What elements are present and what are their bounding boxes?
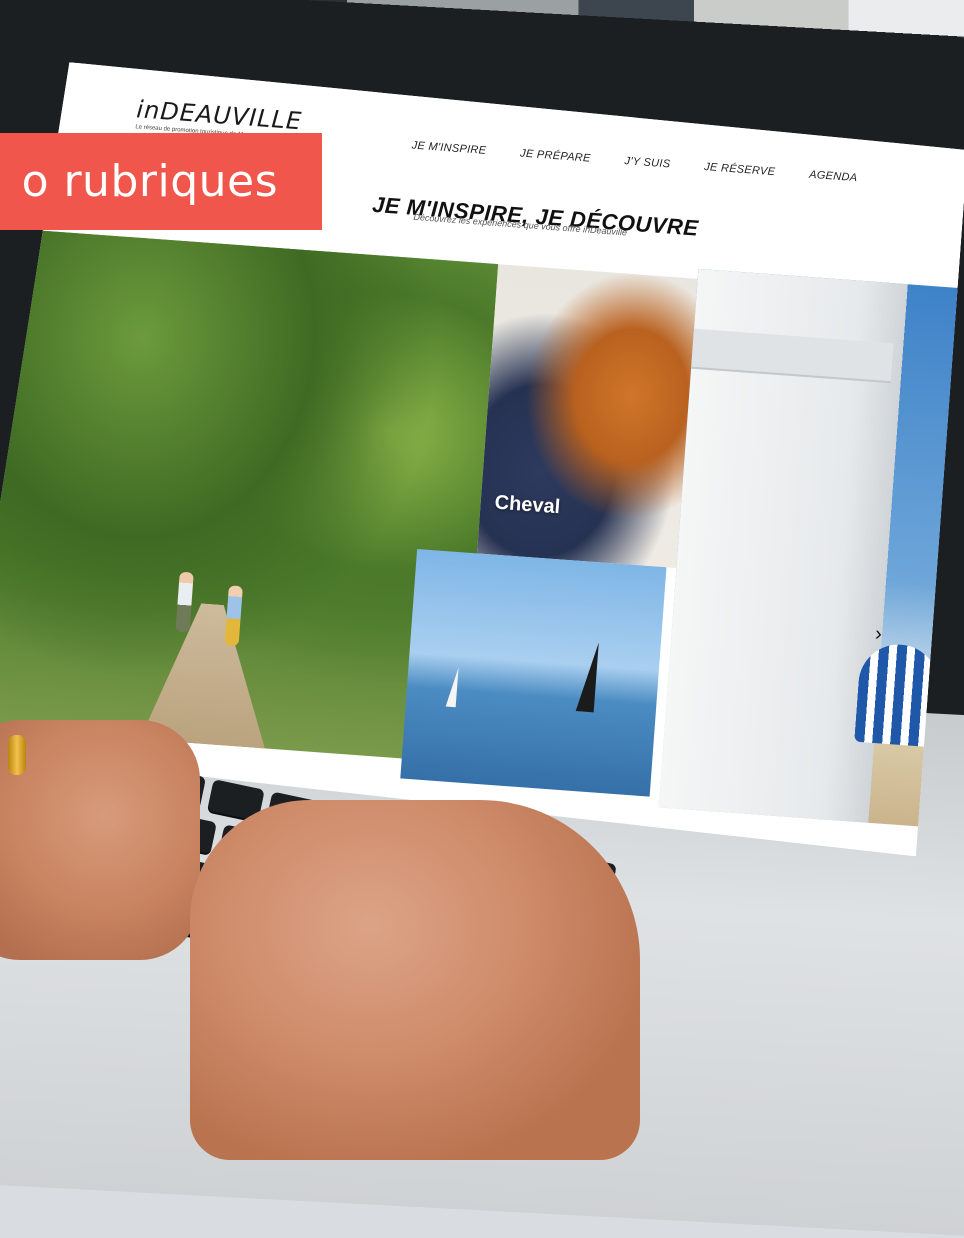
- sailboat-icon: [576, 641, 599, 712]
- nav-item-je-reserve[interactable]: JE RÉSERVE: [704, 161, 776, 178]
- beach-cabin-roof: [691, 329, 893, 384]
- tile-label-cheval: Cheval: [493, 491, 561, 519]
- nav-item-jy-suis[interactable]: J'Y SUIS: [624, 155, 671, 170]
- banner-text: o rubriques: [21, 156, 278, 207]
- left-hand: [0, 720, 200, 960]
- gallery-tile-beach[interactable]: [659, 269, 964, 830]
- sailboat-icon: [446, 667, 459, 708]
- walker-figure: [225, 585, 243, 646]
- overlay-banner: o rubriques: [0, 133, 322, 230]
- walker-figure: [175, 572, 193, 633]
- nav-item-je-minspire[interactable]: JE M'INSPIRE: [411, 140, 486, 157]
- ring: [8, 735, 26, 775]
- right-hand: [190, 800, 640, 1160]
- nav-item-je-prepare[interactable]: JE PRÉPARE: [520, 147, 591, 164]
- nav-item-agenda[interactable]: AGENDA: [809, 169, 858, 185]
- gallery-tile-sailing[interactable]: [400, 549, 666, 797]
- main-nav: JE M'INSPIRE JE PRÉPARE J'Y SUIS JE RÉSE…: [411, 140, 858, 185]
